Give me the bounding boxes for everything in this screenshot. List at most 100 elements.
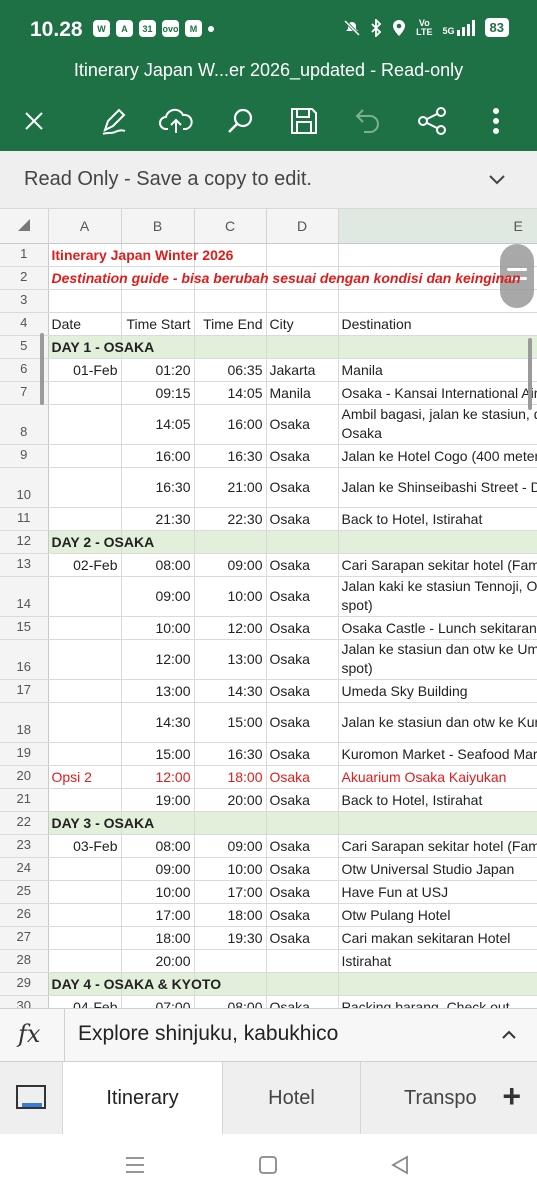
- row-header[interactable]: 15: [0, 616, 49, 640]
- back-icon[interactable]: [390, 1154, 410, 1176]
- tab-hotel[interactable]: Hotel: [222, 1062, 360, 1134]
- cell-e[interactable]: Manila: [338, 358, 537, 382]
- cell-e[interactable]: Osaka Castle - Lunch sekitaran: [338, 616, 537, 640]
- row-header[interactable]: 12: [0, 530, 49, 554]
- cell-e[interactable]: Osaka - Kansai International Air: [338, 381, 537, 405]
- row-header[interactable]: 11: [0, 507, 49, 531]
- cell-a[interactable]: [48, 404, 122, 445]
- cell-d[interactable]: Osaka: [266, 788, 339, 812]
- cell-c[interactable]: 12:00: [194, 616, 267, 640]
- close-icon[interactable]: [14, 101, 54, 141]
- row-header[interactable]: 30: [0, 995, 49, 1008]
- cell-c[interactable]: 18:00: [194, 903, 267, 927]
- chevron-up-icon[interactable]: [501, 1027, 517, 1043]
- row-header[interactable]: 18: [0, 702, 49, 743]
- cell-e[interactable]: Otw Universal Studio Japan: [338, 857, 537, 881]
- row-header[interactable]: 14: [0, 576, 49, 617]
- row-header[interactable]: 9: [0, 444, 49, 468]
- cell-c[interactable]: Time End: [194, 312, 267, 336]
- spreadsheet-grid[interactable]: A B C D E 1 Itinerary Japan Winter 2026 2 D…: [0, 209, 537, 1008]
- cell-d[interactable]: Osaka: [266, 467, 339, 508]
- save-icon[interactable]: [284, 101, 324, 141]
- cell-c[interactable]: 14:30: [194, 679, 267, 703]
- cell-d[interactable]: Osaka: [266, 639, 339, 680]
- cell-c[interactable]: 16:30: [194, 742, 267, 766]
- cell-a[interactable]: [48, 857, 122, 881]
- cell-b[interactable]: 09:00: [121, 857, 195, 881]
- row-header[interactable]: 4: [0, 312, 49, 336]
- row-header[interactable]: 13: [0, 553, 49, 577]
- cell-d[interactable]: [266, 811, 339, 835]
- cell-d[interactable]: Jakarta: [266, 358, 339, 382]
- recent-apps-icon[interactable]: [124, 1154, 146, 1176]
- cell-b[interactable]: 08:00: [121, 553, 195, 577]
- cell-e[interactable]: Ambil bagasi, jalan ke stasiun, d turun …: [338, 404, 537, 445]
- add-sheet-button[interactable]: +: [502, 1078, 521, 1115]
- cell-c[interactable]: 22:30: [194, 507, 267, 531]
- cell-c[interactable]: 20:00: [194, 788, 267, 812]
- cell-e[interactable]: Jalan kaki ke stasiun Tennoji, Ot (sched…: [338, 576, 537, 617]
- cell-c[interactable]: 09:00: [194, 834, 267, 858]
- row-header[interactable]: 25: [0, 880, 49, 904]
- row-header[interactable]: 1: [0, 243, 49, 267]
- cell-a[interactable]: [48, 702, 122, 743]
- cell-c[interactable]: 14:05: [194, 381, 267, 405]
- cell-d[interactable]: [266, 289, 339, 313]
- cell-b[interactable]: 21:30: [121, 507, 195, 531]
- cell-a[interactable]: 02-Feb: [48, 553, 122, 577]
- cell-e[interactable]: Back to Hotel, Istirahat: [338, 507, 537, 531]
- cell-a[interactable]: Date: [48, 312, 122, 336]
- row-header[interactable]: 28: [0, 949, 49, 973]
- cell-e[interactable]: Packing barang, Check out: [338, 995, 537, 1008]
- cell-b[interactable]: 07:00: [121, 995, 195, 1008]
- cell-e[interactable]: Jalan ke stasiun dan otw ke Ume (shcedul…: [338, 639, 537, 680]
- column-header-d[interactable]: D: [266, 209, 339, 244]
- cell-b[interactable]: 15:00: [121, 742, 195, 766]
- cell-a[interactable]: [48, 788, 122, 812]
- cell-d[interactable]: Osaka: [266, 880, 339, 904]
- row-header[interactable]: 19: [0, 742, 49, 766]
- cell-e[interactable]: Have Fun at USJ: [338, 880, 537, 904]
- cell-d[interactable]: Osaka: [266, 903, 339, 927]
- cell-a[interactable]: [48, 679, 122, 703]
- row-header[interactable]: 29: [0, 972, 49, 996]
- cell-e[interactable]: Akuarium Osaka Kaiyukan: [338, 765, 537, 789]
- cell-d[interactable]: [266, 530, 339, 554]
- cell-e[interactable]: [338, 335, 537, 359]
- cell-b[interactable]: 09:15: [121, 381, 195, 405]
- cell-c[interactable]: [194, 949, 267, 973]
- cell-d[interactable]: [266, 949, 339, 973]
- cell-b[interactable]: 08:00: [121, 834, 195, 858]
- cell-d[interactable]: Osaka: [266, 995, 339, 1008]
- undo-icon[interactable]: [348, 101, 388, 141]
- cell-c[interactable]: [194, 811, 267, 835]
- cell-d[interactable]: Osaka: [266, 616, 339, 640]
- cell-d[interactable]: Osaka: [266, 507, 339, 531]
- cell-e[interactable]: [338, 530, 537, 554]
- cell-c[interactable]: 06:35: [194, 358, 267, 382]
- select-all-corner[interactable]: [0, 209, 49, 244]
- cell-a[interactable]: DAY 4 - OSAKA & KYOTO: [48, 972, 221, 996]
- cell-a[interactable]: [48, 507, 122, 531]
- cell-c[interactable]: [194, 289, 267, 313]
- cell-c[interactable]: 08:00: [194, 995, 267, 1008]
- row-header[interactable]: 22: [0, 811, 49, 835]
- cell-d[interactable]: Osaka: [266, 857, 339, 881]
- cell-d[interactable]: Osaka: [266, 765, 339, 789]
- cell-c[interactable]: 10:00: [194, 576, 267, 617]
- cell-d[interactable]: Osaka: [266, 834, 339, 858]
- cell-a[interactable]: [48, 616, 122, 640]
- cell-a[interactable]: [48, 576, 122, 617]
- cell-e[interactable]: [338, 811, 537, 835]
- cell-a[interactable]: DAY 3 - OSAKA: [48, 811, 154, 835]
- row-header[interactable]: 3: [0, 289, 49, 313]
- row-header[interactable]: 10: [0, 467, 49, 508]
- pen-icon[interactable]: [94, 101, 134, 141]
- row-header[interactable]: 26: [0, 903, 49, 927]
- cell-b[interactable]: 12:00: [121, 765, 195, 789]
- cell-e[interactable]: Destination: [338, 312, 537, 336]
- cell-a[interactable]: [48, 467, 122, 508]
- more-icon[interactable]: [476, 101, 516, 141]
- cell-c[interactable]: 17:00: [194, 880, 267, 904]
- vertical-scrollbar-right[interactable]: [528, 338, 532, 410]
